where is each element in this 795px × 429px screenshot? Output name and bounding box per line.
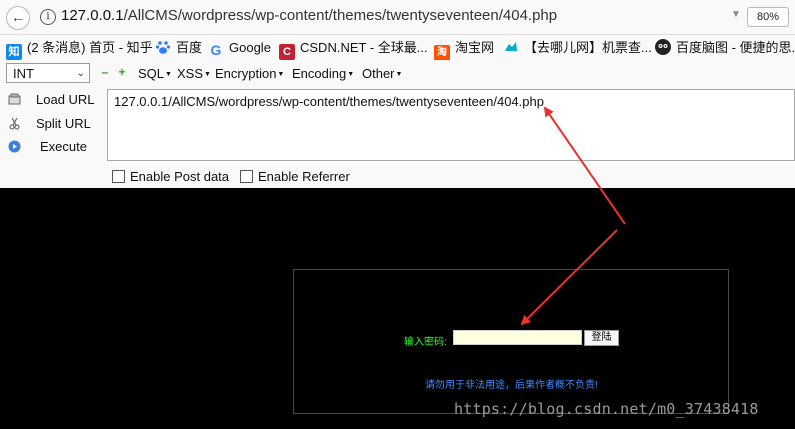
- arrow-line-lower: [520, 229, 618, 326]
- annotation-arrows: [520, 106, 626, 326]
- arrow-line-upper: [543, 106, 626, 225]
